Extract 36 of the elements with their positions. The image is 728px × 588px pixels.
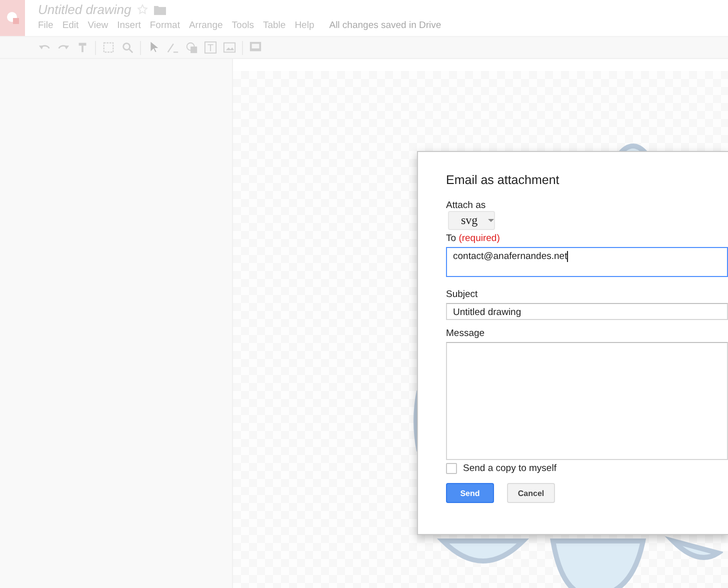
message-label: Message — [446, 328, 486, 339]
to-label: To (required) — [446, 233, 501, 244]
save-status: All changes saved in Drive — [329, 20, 442, 31]
caret-icon — [488, 219, 494, 222]
dialog-title: Email as attachment — [446, 173, 560, 187]
attach-label: Attach as — [446, 200, 486, 211]
menu-item[interactable]: File — [38, 20, 54, 31]
menu-item[interactable]: View — [88, 20, 108, 31]
zoom-icon[interactable] — [121, 41, 134, 54]
copy-checkbox[interactable] — [446, 463, 457, 474]
image-icon[interactable] — [223, 41, 236, 54]
format-dropdown[interactable]: svg — [448, 211, 495, 230]
comment-icon[interactable] — [249, 41, 262, 54]
message-field[interactable] — [446, 342, 728, 460]
star-icon[interactable] — [137, 4, 148, 15]
menu-item[interactable]: Table — [262, 20, 286, 31]
send-button[interactable]: Send — [446, 483, 494, 503]
app-logo-icon — [6, 11, 20, 25]
menu-item[interactable]: Tools — [232, 20, 254, 31]
paint-format-icon[interactable] — [76, 41, 89, 54]
zoom-fit-icon[interactable] — [102, 41, 115, 54]
folder-icon[interactable] — [154, 4, 166, 14]
menu-item[interactable]: Edit — [62, 20, 79, 31]
text-box-icon[interactable] — [204, 41, 217, 54]
menu-item[interactable]: Arrange — [188, 20, 223, 31]
shape-icon[interactable] — [185, 41, 198, 54]
cancel-button[interactable]: Cancel — [507, 483, 555, 503]
copy-label: Send a copy to myself — [463, 463, 556, 474]
line-icon[interactable] — [166, 41, 179, 54]
subject-label: Subject — [446, 289, 479, 300]
subject-field[interactable]: Untitled drawing — [446, 303, 728, 320]
document-title[interactable]: Untitled drawing — [38, 2, 132, 17]
menu-item[interactable]: Help — [294, 20, 314, 31]
to-field[interactable]: contact@anafernandes.net — [446, 247, 728, 277]
menu-item[interactable]: Format — [150, 20, 180, 31]
menu-item[interactable]: Insert — [117, 20, 141, 31]
